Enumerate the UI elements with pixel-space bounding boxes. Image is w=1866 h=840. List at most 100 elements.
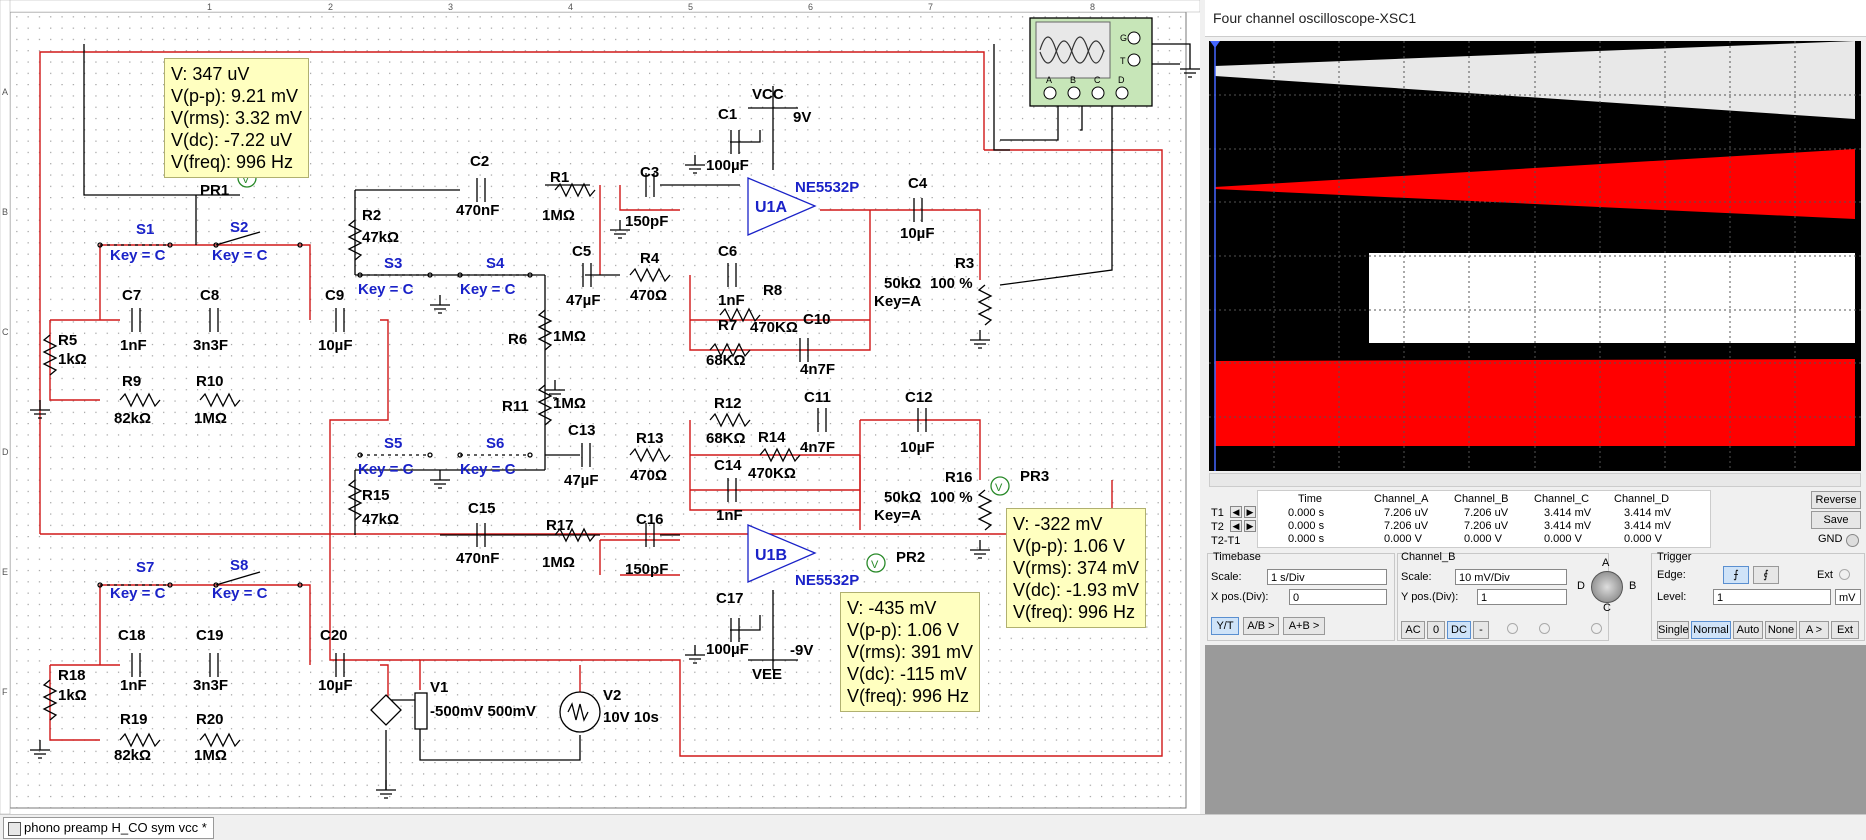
label-r16-val: 50kΩ bbox=[884, 489, 921, 506]
t2-a: 7.206 uV bbox=[1384, 520, 1429, 532]
v1-box bbox=[414, 692, 428, 730]
ab-button[interactable]: A/B > bbox=[1243, 617, 1279, 635]
label-v2: V2 bbox=[603, 687, 621, 704]
trigger-ext-terminal[interactable] bbox=[1839, 569, 1850, 580]
t2-b: 7.206 uV bbox=[1464, 520, 1509, 532]
oscilloscope-screen[interactable] bbox=[1209, 41, 1861, 471]
label-c12: C12 bbox=[905, 389, 933, 406]
radio-2[interactable] bbox=[1539, 623, 1550, 634]
schematic-file-icon bbox=[8, 822, 21, 836]
label-c3: C3 bbox=[640, 164, 659, 181]
dt-a: 0.000 V bbox=[1384, 533, 1422, 545]
v2-symbol bbox=[559, 691, 601, 733]
label-s5-key: Key = C bbox=[358, 461, 414, 478]
label-r13-val: 470Ω bbox=[630, 467, 667, 484]
ypos-field[interactable]: 1 bbox=[1477, 589, 1567, 605]
label-u1b: U1B bbox=[755, 547, 787, 564]
scope-pin-b: B bbox=[1070, 75, 1076, 85]
ruler-row-d: D bbox=[2, 447, 9, 457]
label-r16: R16 bbox=[945, 469, 973, 486]
probe3-readout: V: -322 mV V(p-p): 1.06 V V(rms): 374 mV… bbox=[1006, 508, 1147, 628]
label-c2-val: 470nF bbox=[456, 202, 499, 219]
channel-scale-label: Scale: bbox=[1401, 571, 1432, 583]
t1-right-arrow[interactable]: ▶ bbox=[1244, 506, 1256, 518]
label-r5: R5 bbox=[58, 332, 77, 349]
label-c4: C4 bbox=[908, 175, 928, 192]
label-c17: C17 bbox=[716, 590, 744, 607]
ruler-row-c: C bbox=[2, 327, 9, 337]
falling-edge-icon[interactable]: ⨐ bbox=[1753, 566, 1779, 584]
ruler-col-4: 4 bbox=[568, 2, 573, 12]
level-unit[interactable]: mV bbox=[1835, 589, 1861, 605]
channel-selector-knob[interactable] bbox=[1591, 571, 1623, 603]
probe3-vfreq: V(freq): 996 Hz bbox=[1013, 602, 1136, 622]
label-s8-key: Key = C bbox=[212, 585, 268, 602]
label-s1-key: Key = C bbox=[110, 247, 166, 264]
save-button[interactable]: Save bbox=[1811, 511, 1861, 529]
none-button[interactable]: None bbox=[1765, 621, 1797, 639]
gnd-terminal[interactable] bbox=[1846, 534, 1859, 547]
edge-label: Edge: bbox=[1657, 569, 1686, 581]
xpos-field[interactable]: 0 bbox=[1289, 589, 1387, 605]
label-u1a-part: NE5532P bbox=[795, 179, 859, 196]
col-channel-d: Channel_D bbox=[1614, 493, 1670, 505]
level-field[interactable]: 1 bbox=[1713, 589, 1831, 605]
t1-left-arrow[interactable]: ◀ bbox=[1230, 506, 1242, 518]
rising-edge-icon[interactable]: ⨍ bbox=[1723, 566, 1749, 584]
probe3-vrms: V(rms): 374 mV bbox=[1013, 558, 1140, 578]
channel-scale-field[interactable]: 10 mV/Div bbox=[1455, 569, 1567, 585]
single-button[interactable]: Single bbox=[1657, 621, 1689, 639]
label-vcc-val: 9V bbox=[793, 109, 811, 126]
trigger-a-button[interactable]: A > bbox=[1799, 621, 1829, 639]
knob-label-a: A bbox=[1602, 557, 1610, 569]
schematic-canvas[interactable]: 1 2 3 4 5 6 7 8 A B C D E F A B C D G T … bbox=[0, 0, 1200, 814]
timebase-scale-field[interactable]: 1 s/Div bbox=[1267, 569, 1387, 585]
t2-left-arrow[interactable]: ◀ bbox=[1230, 520, 1242, 532]
scope-scrollbar[interactable] bbox=[1209, 473, 1861, 487]
dt-d: 0.000 V bbox=[1624, 533, 1662, 545]
label-r13: R13 bbox=[636, 430, 664, 447]
document-tab[interactable]: phono preamp H_CO sym vcc * bbox=[3, 817, 214, 839]
label-vcc: VCC bbox=[752, 86, 784, 103]
radio-1[interactable] bbox=[1507, 623, 1518, 634]
probe2-vdc: V(dc): -115 mV bbox=[847, 664, 967, 684]
ruler-col-8: 8 bbox=[1090, 2, 1095, 12]
yt-button[interactable]: Y/T bbox=[1211, 617, 1239, 635]
normal-button[interactable]: Normal bbox=[1691, 621, 1731, 639]
scope-pin-c: C bbox=[1094, 75, 1101, 85]
trigger-ext-button[interactable]: Ext bbox=[1831, 621, 1859, 639]
zero-button[interactable]: 0 bbox=[1427, 621, 1445, 639]
auto-button[interactable]: Auto bbox=[1733, 621, 1763, 639]
t1-d: 3.414 mV bbox=[1624, 507, 1672, 519]
label-c15: C15 bbox=[468, 500, 496, 517]
label-r4-val: 470Ω bbox=[630, 287, 667, 304]
oscilloscope-title[interactable]: Four channel oscilloscope-XSC1 bbox=[1205, 0, 1866, 37]
label-r6: R6 bbox=[508, 331, 527, 348]
row-t1-label: T1 bbox=[1211, 507, 1224, 519]
label-c15-val: 470nF bbox=[456, 550, 499, 567]
probe3-vdc: V(dc): -1.93 mV bbox=[1013, 580, 1140, 600]
ruler-row-a: A bbox=[2, 87, 8, 97]
label-c2: C2 bbox=[470, 153, 489, 170]
minus-button[interactable]: - bbox=[1473, 621, 1489, 639]
oscilloscope-window[interactable]: Four channel oscilloscope-XSC1 T1 T2 T2-… bbox=[1205, 0, 1866, 814]
ac-button[interactable]: AC bbox=[1401, 621, 1425, 639]
a-plus-b-button[interactable]: A+B > bbox=[1283, 617, 1325, 635]
dc-button[interactable]: DC bbox=[1447, 621, 1471, 639]
xsc1-symbol[interactable]: A B C D G T bbox=[1029, 17, 1153, 107]
probe3-vpp: V(p-p): 1.06 V bbox=[1013, 536, 1126, 556]
ruler-col-2: 2 bbox=[328, 2, 333, 12]
reverse-button[interactable]: Reverse bbox=[1811, 491, 1861, 509]
label-c19: C19 bbox=[196, 627, 224, 644]
t2-right-arrow[interactable]: ▶ bbox=[1244, 520, 1256, 532]
svg-text:V: V bbox=[995, 482, 1003, 494]
label-c5: C5 bbox=[572, 243, 591, 260]
label-s2: S2 bbox=[230, 219, 248, 236]
radio-3[interactable] bbox=[1591, 623, 1602, 634]
label-s4-key: Key = C bbox=[460, 281, 516, 298]
label-r17-val: 1MΩ bbox=[542, 554, 575, 571]
dt-b: 0.000 V bbox=[1464, 533, 1502, 545]
row-t2-label: T2 bbox=[1211, 521, 1224, 533]
probe1-vfreq: V(freq): 996 Hz bbox=[171, 152, 294, 172]
document-tabs: phono preamp H_CO sym vcc * bbox=[0, 814, 1866, 840]
